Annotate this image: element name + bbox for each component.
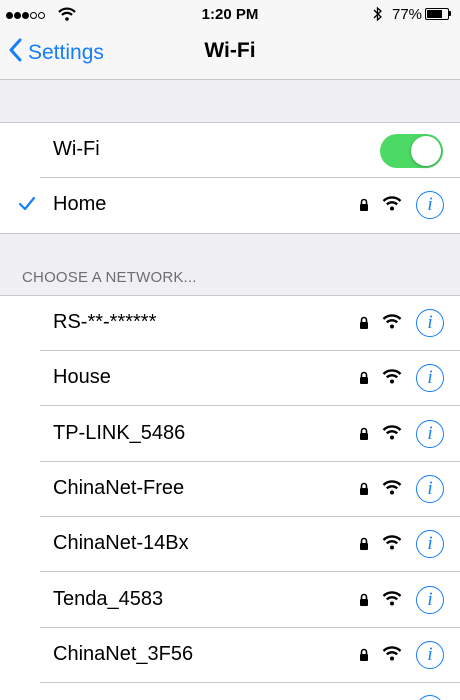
- lock-icon: [359, 316, 369, 335]
- network-row[interactable]: Tenda_4583 i: [0, 573, 460, 628]
- wifi-toggle-row: Wi-Fi: [0, 123, 460, 178]
- info-button[interactable]: i: [416, 586, 444, 614]
- network-name: TP-LINK_5486: [53, 422, 186, 444]
- wifi-strength-icon: [382, 368, 402, 389]
- status-time: 1:20 PM: [201, 6, 259, 23]
- connected-network-name: Home: [53, 193, 107, 215]
- wifi-strength-icon: [382, 645, 402, 666]
- network-row[interactable]: ChinaNet-14Bx i: [0, 517, 460, 572]
- network-row[interactable]: ChinaNet_3F56 i: [0, 628, 460, 683]
- checkmark-icon: [18, 196, 36, 217]
- row-separator: [40, 571, 460, 572]
- battery-nub: [449, 11, 451, 16]
- toggle-knob: [411, 136, 441, 166]
- info-button[interactable]: i: [416, 191, 444, 219]
- group-spacer: [0, 80, 460, 123]
- wifi-strength-icon: [382, 479, 402, 500]
- battery-percent: 77%: [392, 6, 423, 23]
- network-name: Tenda_4583: [53, 588, 164, 610]
- network-name: ChinaNet_3F56: [53, 643, 194, 665]
- page-title: Wi-Fi: [204, 39, 256, 62]
- wifi-strength-icon: [382, 424, 402, 445]
- navigation-bar: Settings Wi-Fi: [0, 30, 460, 80]
- wifi-strength-icon: [382, 590, 402, 611]
- lock-icon: [359, 648, 369, 667]
- network-row[interactable]: RS-**-****** i: [0, 296, 460, 351]
- info-button[interactable]: [416, 695, 444, 700]
- info-button[interactable]: i: [416, 530, 444, 558]
- lock-icon: [359, 593, 369, 612]
- network-name: ChinaNet-Free: [53, 477, 185, 499]
- network-row[interactable]: TP-LINK_5486 i: [0, 407, 460, 462]
- info-button[interactable]: i: [416, 309, 444, 337]
- network-name: ChinaNet-14Bx: [53, 532, 189, 554]
- network-name: House: [53, 366, 111, 388]
- status-bar: 1:20 PM 77%: [0, 0, 460, 30]
- lock-icon: [359, 371, 369, 390]
- wifi-toggle-label: Wi-Fi: [53, 138, 100, 160]
- wifi-strength-icon: [382, 534, 402, 555]
- info-button[interactable]: i: [416, 641, 444, 669]
- wifi-strength-icon: [382, 313, 402, 334]
- connected-network-row[interactable]: Home i: [0, 178, 460, 233]
- info-button[interactable]: i: [416, 364, 444, 392]
- lock-icon: [359, 482, 369, 501]
- wifi-toggle-switch[interactable]: [380, 134, 443, 168]
- battery-icon: [425, 8, 449, 20]
- bluetooth-icon: [373, 6, 383, 27]
- wifi-strength-icon: [382, 195, 402, 216]
- info-button[interactable]: i: [416, 475, 444, 503]
- section-header-label: CHOOSE A NETWORK...: [22, 269, 197, 286]
- network-row[interactable]: House i: [0, 351, 460, 406]
- lock-icon: [359, 427, 369, 446]
- network-name: RS-**-******: [53, 311, 157, 333]
- row-separator: [40, 405, 460, 406]
- section-header: CHOOSE A NETWORK...: [0, 233, 460, 296]
- lock-icon: [359, 537, 369, 556]
- network-row[interactable]: ChinaNet-Free i: [0, 462, 460, 517]
- info-button[interactable]: i: [416, 420, 444, 448]
- battery-level: [427, 10, 442, 18]
- lock-icon: [359, 198, 369, 217]
- list-item-partial: [0, 683, 460, 700]
